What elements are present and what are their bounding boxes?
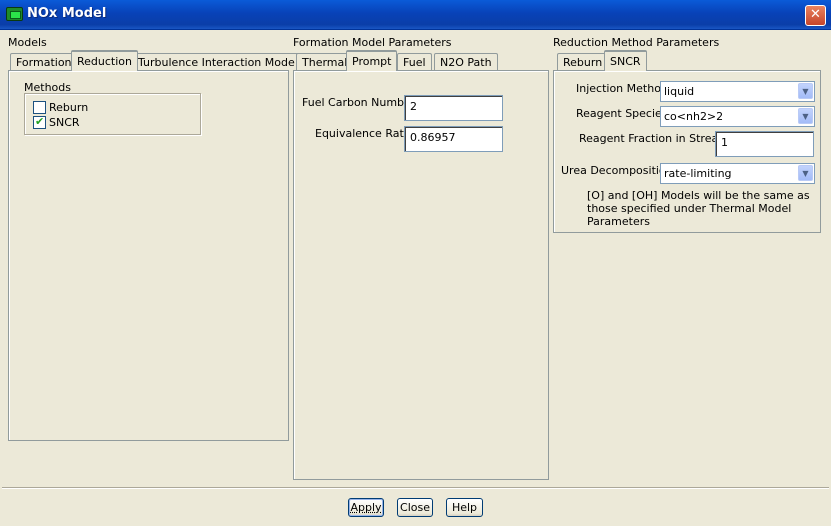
- reagent-species-select[interactable]: co<nh2>2 ▼: [660, 106, 815, 127]
- reburn-label: Reburn: [49, 101, 89, 114]
- sncr-checkbox[interactable]: [33, 115, 46, 129]
- fuel-carbon-number-input[interactable]: 2: [404, 95, 503, 121]
- chevron-down-icon[interactable]: ▼: [798, 108, 813, 124]
- methods-group: Reburn SNCR: [24, 93, 201, 135]
- models-label: Models: [8, 36, 47, 49]
- tab-prompt[interactable]: Prompt: [346, 50, 398, 71]
- tab-fuel[interactable]: Fuel: [397, 53, 432, 71]
- thermal-model-note: [O] and [OH] Models will be the same as …: [587, 189, 810, 228]
- formation-params-label: Formation Model Parameters: [293, 36, 452, 49]
- apply-button[interactable]: Apply: [348, 498, 384, 517]
- urea-decomposition-label: Urea Decomposition: [561, 164, 673, 177]
- nox-model-app-icon: [6, 7, 23, 21]
- urea-decomposition-value: rate-limiting: [664, 167, 732, 180]
- injection-method-label: Injection Method: [576, 82, 668, 95]
- tab-formation[interactable]: Formation: [10, 53, 78, 71]
- tab-n2o-path[interactable]: N2O Path: [434, 53, 498, 71]
- reduction-panel: Injection Method liquid ▼ Reagent Specie…: [553, 70, 821, 233]
- help-button[interactable]: Help: [446, 498, 483, 517]
- injection-method-select[interactable]: liquid ▼: [660, 81, 815, 102]
- footer-divider: [2, 487, 829, 489]
- chevron-down-icon[interactable]: ▼: [798, 83, 813, 99]
- title-bar[interactable]: NOx Model ✕: [0, 0, 831, 30]
- reagent-fraction-label: Reagent Fraction in Stream: [579, 132, 729, 145]
- chevron-down-icon[interactable]: ▼: [798, 165, 813, 181]
- reduction-params-label: Reduction Method Parameters: [553, 36, 720, 49]
- tab-reburn[interactable]: Reburn: [557, 53, 609, 71]
- models-panel: Methods Reburn SNCR: [8, 70, 289, 441]
- formation-panel: Fuel Carbon Number 2 Equivalence Ratio 0…: [293, 70, 549, 480]
- tab-thermal[interactable]: Thermal: [296, 53, 354, 71]
- reagent-species-label: Reagent Species: [576, 107, 668, 120]
- equivalence-ratio-label: Equivalence Ratio: [315, 127, 414, 140]
- reagent-fraction-input[interactable]: 1: [715, 131, 814, 157]
- injection-method-value: liquid: [664, 85, 695, 98]
- window-title: NOx Model: [27, 6, 107, 21]
- urea-decomposition-select[interactable]: rate-limiting ▼: [660, 163, 815, 184]
- tab-reduction[interactable]: Reduction: [71, 50, 138, 71]
- equivalence-ratio-input[interactable]: 0.86957: [404, 126, 503, 152]
- tab-sncr[interactable]: SNCR: [604, 50, 647, 71]
- fuel-carbon-number-label: Fuel Carbon Number: [302, 96, 416, 109]
- reagent-species-value: co<nh2>2: [664, 110, 724, 123]
- sncr-label: SNCR: [49, 116, 80, 129]
- tab-turbulence-interaction-mode[interactable]: Turbulence Interaction Mode: [132, 53, 301, 71]
- reburn-checkbox[interactable]: [33, 101, 46, 114]
- close-button[interactable]: Close: [397, 498, 433, 517]
- close-icon[interactable]: ✕: [805, 5, 826, 26]
